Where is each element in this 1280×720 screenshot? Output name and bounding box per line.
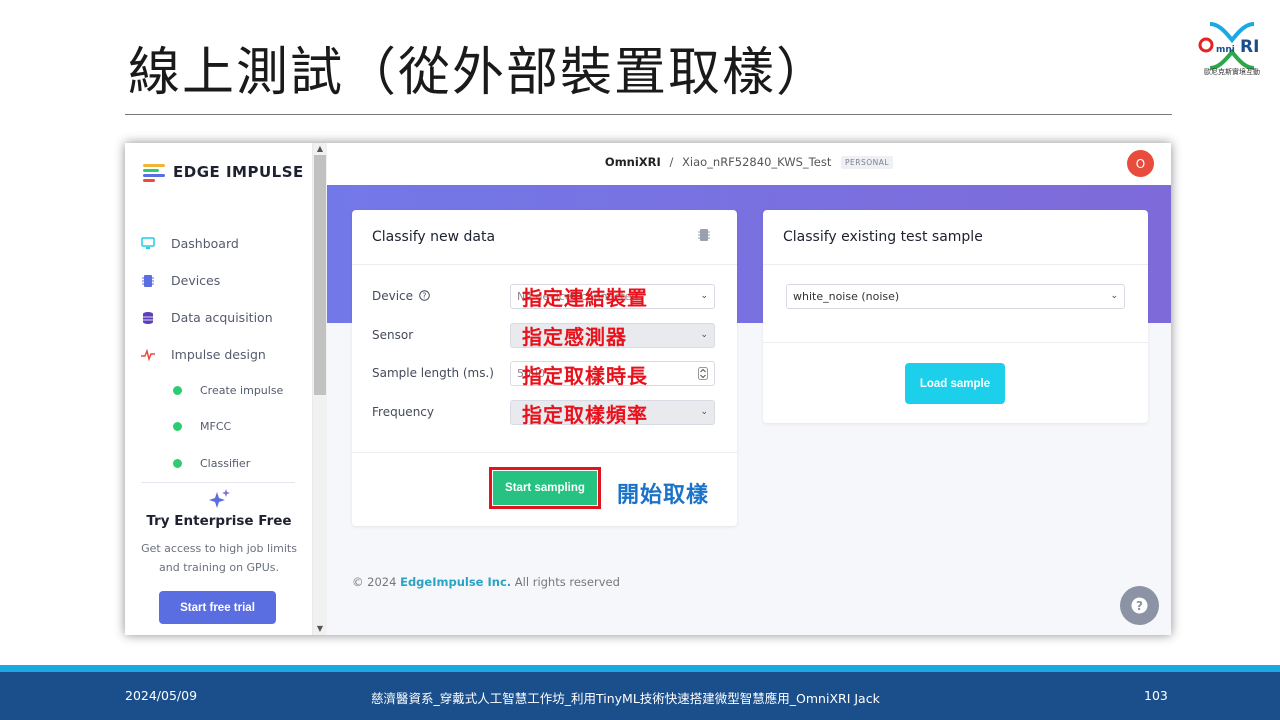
sidebar-item-label: Data acquisition xyxy=(171,310,273,325)
card-divider xyxy=(763,342,1148,343)
scroll-down-icon[interactable]: ▼ xyxy=(313,623,327,635)
scroll-up-icon[interactable]: ▲ xyxy=(313,143,327,155)
sample-length-annotation: 指定取樣時長 xyxy=(522,364,648,388)
svg-text:mni: mni xyxy=(1216,45,1235,55)
sparkle-icon xyxy=(209,489,230,508)
sample-length-label: Sample length (ms.) xyxy=(372,366,494,380)
slide-title: 線上測試（從外部裝置取樣） xyxy=(128,43,831,103)
load-sample-button[interactable]: Load sample xyxy=(905,363,1005,404)
classify-existing-card: Classify existing test sample white_nois… xyxy=(763,210,1148,423)
logo-caption: 歐尼克斯實境互動 xyxy=(1204,68,1260,76)
sidebar-item-impulse-design[interactable]: Impulse design xyxy=(141,347,266,362)
breadcrumb-separator: / xyxy=(669,155,674,169)
pulse-icon xyxy=(141,348,155,362)
stepper-icon[interactable] xyxy=(698,367,708,380)
sidebar-subitem-label: MFCC xyxy=(200,420,232,433)
enterprise-text: Get access to high job limits and traini… xyxy=(141,542,297,574)
frequency-annotation: 指定取樣頻率 xyxy=(522,403,648,427)
start-sampling-annotation: 開始取樣 xyxy=(617,483,710,508)
brand[interactable]: EDGE IMPULSE xyxy=(143,163,304,182)
sidebar-item-dashboard[interactable]: Dashboard xyxy=(141,236,239,251)
avatar[interactable]: O xyxy=(1127,150,1154,177)
sensor-label: Sensor xyxy=(372,328,414,342)
sidebar-item-label: Dashboard xyxy=(171,236,239,251)
edge-impulse-screenshot: EDGE IMPULSE Dashboard Devices Data acqu… xyxy=(125,143,1171,635)
card-divider xyxy=(763,264,1148,265)
sidebar-subitem-mfcc[interactable]: MFCC xyxy=(173,420,231,433)
sidebar-item-label: Devices xyxy=(171,273,221,288)
chevron-down-icon: ⌄ xyxy=(700,330,708,340)
project-type-badge: PERSONAL xyxy=(841,156,894,169)
help-button[interactable]: ? xyxy=(1120,586,1159,625)
sidebar-item-label: Impulse design xyxy=(171,347,266,362)
card-divider xyxy=(352,452,737,453)
start-sampling-button[interactable]: Start sampling xyxy=(493,471,597,505)
title-divider xyxy=(125,114,1172,115)
frequency-label: Frequency xyxy=(372,405,434,419)
chip-icon xyxy=(141,274,155,288)
sidebar-subitem-label: Classifier xyxy=(200,457,251,470)
breadcrumb: OmniXRI / Xiao_nRF52840_KWS_Test PERSONA… xyxy=(327,155,1171,169)
monitor-icon xyxy=(141,237,155,251)
enterprise-title: Try Enterprise Free xyxy=(146,513,292,529)
question-icon: ? xyxy=(1131,597,1148,614)
help-circle-icon[interactable]: ? xyxy=(419,290,430,301)
footer-caption: 慈濟醫資系_穿戴式人工智慧工作坊_利用TinyML技術快速搭建微型智慧應用_Om… xyxy=(371,691,880,706)
classify-new-data-card: Classify new data Device ? No devices co… xyxy=(352,210,737,526)
sensor-annotation: 指定感測器 xyxy=(522,325,627,349)
sidebar-subitem-create-impulse[interactable]: Create impulse xyxy=(173,384,283,397)
card-title: Classify existing test sample xyxy=(783,229,983,245)
page-number: 103 xyxy=(1144,688,1168,703)
start-sampling-highlight: Start sampling xyxy=(489,467,601,509)
svg-text:RI: RI xyxy=(1240,37,1259,57)
status-dot-icon xyxy=(173,422,182,431)
breadcrumb-project[interactable]: Xiao_nRF52840_KWS_Test xyxy=(682,155,831,169)
breadcrumb-owner[interactable]: OmniXRI xyxy=(605,155,661,169)
card-title: Classify new data xyxy=(372,229,496,245)
sidebar: EDGE IMPULSE Dashboard Devices Data acqu… xyxy=(125,143,313,635)
start-free-trial-button[interactable]: Start free trial xyxy=(159,591,276,624)
sidebar-item-devices[interactable]: Devices xyxy=(141,273,220,288)
sidebar-item-data-acquisition[interactable]: Data acquisition xyxy=(141,310,273,325)
card-divider xyxy=(352,264,737,265)
chevron-down-icon: ⌄ xyxy=(700,291,708,301)
sidebar-subitem-label: Create impulse xyxy=(200,384,284,397)
status-dot-icon xyxy=(173,459,182,468)
device-annotation: 指定連結裝置 xyxy=(522,286,648,310)
scroll-thumb[interactable] xyxy=(314,155,326,395)
footer-date: 2024/05/09 xyxy=(125,688,198,703)
chevron-down-icon: ⌄ xyxy=(1110,291,1118,301)
status-dot-icon xyxy=(173,386,182,395)
footer-accent xyxy=(0,665,1280,672)
sidebar-divider xyxy=(141,482,295,483)
copyright: © 2024 EdgeImpulse Inc. All rights reser… xyxy=(352,575,620,589)
topbar: OmniXRI / Xiao_nRF52840_KWS_Test PERSONA… xyxy=(327,143,1171,185)
svg-text:?: ? xyxy=(1136,599,1143,613)
chevron-down-icon: ⌄ xyxy=(700,407,708,417)
device-label: Device ? xyxy=(372,289,430,303)
sidebar-scrollbar[interactable]: ▲ ▼ xyxy=(313,143,327,635)
test-sample-select[interactable]: white_noise (noise) ⌄ xyxy=(786,284,1125,309)
brand-name: EDGE IMPULSE xyxy=(173,163,304,181)
company-link[interactable]: EdgeImpulse Inc. xyxy=(400,575,511,589)
edge-impulse-logo-icon xyxy=(143,163,165,182)
svg-text:?: ? xyxy=(422,291,426,300)
chip-icon xyxy=(698,229,710,241)
database-icon xyxy=(141,311,155,325)
sidebar-subitem-classifier[interactable]: Classifier xyxy=(173,457,250,470)
